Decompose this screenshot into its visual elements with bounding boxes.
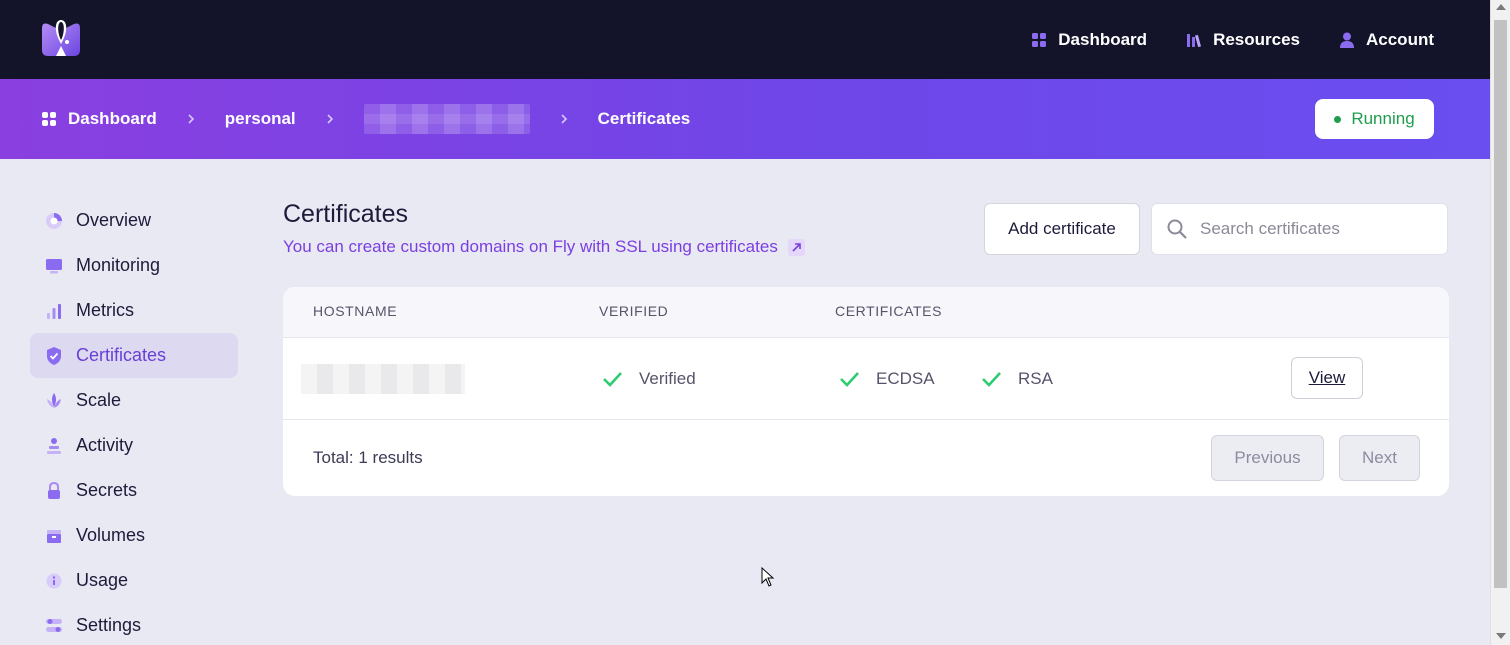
check-icon xyxy=(982,372,1001,387)
breadcrumb-certificates[interactable]: Certificates xyxy=(598,109,691,129)
monitor-icon xyxy=(46,258,62,273)
scroll-thumb[interactable] xyxy=(1494,20,1507,588)
breadcrumb-dashboard[interactable]: Dashboard xyxy=(40,109,157,129)
sidebar-item-label: Usage xyxy=(76,570,129,590)
column-header-hostname[interactable]: HOSTNAME xyxy=(313,303,397,319)
results-total: Total: 1 results xyxy=(313,448,423,467)
sidebar-item-overview[interactable]: Overview xyxy=(30,198,238,243)
topnav-dashboard-label: Dashboard xyxy=(1058,29,1148,49)
sidebar-item-secrets[interactable]: Secrets xyxy=(30,468,238,513)
sidebar-item-certificates[interactable]: Certificates xyxy=(30,333,238,378)
user-icon xyxy=(1340,32,1354,48)
column-header-certificates[interactable]: CERTIFICATES xyxy=(835,303,942,319)
activity-icon xyxy=(47,437,61,454)
toggles-icon xyxy=(46,618,62,632)
sidebar-item-label: Certificates xyxy=(76,345,167,365)
previous-button[interactable]: Previous xyxy=(1211,435,1324,481)
grid-icon xyxy=(1032,32,1047,47)
cert-ecdsa-cell: ECDSA xyxy=(838,368,935,390)
verified-cell: Verified xyxy=(601,368,696,390)
topnav-account[interactable]: Account xyxy=(1338,30,1434,50)
overview-icon xyxy=(46,212,62,229)
chevron-right-icon xyxy=(185,113,197,125)
top-nav: Dashboard Resources Account xyxy=(1030,0,1434,79)
sidebar: Overview Monitoring Metrics Certificates… xyxy=(30,198,238,645)
breadcrumb-app-redacted[interactable] xyxy=(363,104,530,134)
bar-chart-icon xyxy=(47,303,61,319)
sidebar-item-volumes[interactable]: Volumes xyxy=(30,513,238,558)
status-badge: Running xyxy=(1315,99,1434,139)
topnav-dashboard[interactable]: Dashboard xyxy=(1030,30,1147,50)
breadcrumb-certificates-label: Certificates xyxy=(597,109,691,128)
breadcrumb-org[interactable]: personal xyxy=(225,109,296,129)
sidebar-item-label: Metrics xyxy=(76,300,134,320)
box-icon xyxy=(47,529,61,543)
topnav-resources-label: Resources xyxy=(1213,29,1300,49)
view-button[interactable]: View xyxy=(1291,357,1363,399)
sidebar-item-label: Activity xyxy=(76,435,134,455)
breadcrumb-dashboard-label: Dashboard xyxy=(68,109,157,128)
docs-link[interactable]: You can create custom domains on Fly wit… xyxy=(283,237,805,257)
info-icon xyxy=(46,573,62,588)
fly-logo-icon[interactable] xyxy=(38,18,84,58)
sidebar-item-settings[interactable]: Settings xyxy=(30,603,238,645)
cert-rsa-cell: RSA xyxy=(980,368,1053,390)
lock-icon xyxy=(48,481,60,499)
status-dot-icon xyxy=(1334,115,1342,123)
sidebar-item-scale[interactable]: Scale xyxy=(30,378,238,423)
verified-label: Verified xyxy=(639,369,696,388)
sidebar-item-label: Monitoring xyxy=(76,255,161,275)
sidebar-item-usage[interactable]: Usage xyxy=(30,558,238,603)
top-navbar: Dashboard Resources Account xyxy=(0,0,1490,79)
breadcrumb: Dashboard personal Certificates xyxy=(40,79,690,159)
topnav-account-label: Account xyxy=(1366,29,1434,49)
sidebar-item-label: Settings xyxy=(76,615,142,635)
topnav-resources[interactable]: Resources xyxy=(1185,30,1300,50)
sidebar-item-monitoring[interactable]: Monitoring xyxy=(30,243,238,288)
docs-link-label: You can create custom domains on Fly wit… xyxy=(283,237,778,256)
breadcrumb-org-label: personal xyxy=(224,109,296,128)
sidebar-item-activity[interactable]: Activity xyxy=(30,423,238,468)
sidebar-item-label: Overview xyxy=(76,210,152,230)
sidebar-item-metrics[interactable]: Metrics xyxy=(30,288,238,333)
scale-icon xyxy=(47,392,61,408)
certificates-table: HOSTNAME VERIFIED CERTIFICATES Verified … xyxy=(283,287,1449,496)
status-label: Running xyxy=(1351,109,1415,128)
chevron-right-icon xyxy=(324,113,336,125)
table-header: HOSTNAME VERIFIED CERTIFICATES xyxy=(283,287,1449,338)
grid-icon xyxy=(42,112,56,126)
check-icon xyxy=(840,372,859,387)
vertical-scrollbar[interactable] xyxy=(1490,0,1510,645)
sidebar-item-label: Scale xyxy=(76,390,122,410)
table-row: Verified ECDSA RSA View xyxy=(283,338,1449,420)
scroll-up-arrow-icon[interactable] xyxy=(1496,4,1506,10)
sidebar-item-label: Secrets xyxy=(76,480,138,500)
external-link-icon xyxy=(787,238,805,256)
library-icon xyxy=(1187,33,1202,47)
add-certificate-button[interactable]: Add certificate xyxy=(984,203,1140,255)
breadcrumb-bar: Dashboard personal Certificates Running xyxy=(0,79,1490,159)
chevron-right-icon xyxy=(558,113,570,125)
cert-rsa-label: RSA xyxy=(1018,369,1053,388)
shield-check-icon xyxy=(47,346,61,365)
search-box[interactable] xyxy=(1151,203,1448,255)
cert-ecdsa-label: ECDSA xyxy=(876,369,935,388)
search-input[interactable] xyxy=(1200,219,1430,239)
page-title: Certificates xyxy=(283,200,409,228)
check-icon xyxy=(603,372,622,387)
mouse-cursor-icon xyxy=(761,567,775,587)
scroll-down-arrow-icon[interactable] xyxy=(1496,633,1506,639)
search-icon xyxy=(1167,219,1187,239)
hostname-redacted[interactable] xyxy=(301,364,465,394)
next-button[interactable]: Next xyxy=(1339,435,1420,481)
sidebar-item-label: Volumes xyxy=(76,525,146,545)
column-header-verified[interactable]: VERIFIED xyxy=(599,303,668,319)
